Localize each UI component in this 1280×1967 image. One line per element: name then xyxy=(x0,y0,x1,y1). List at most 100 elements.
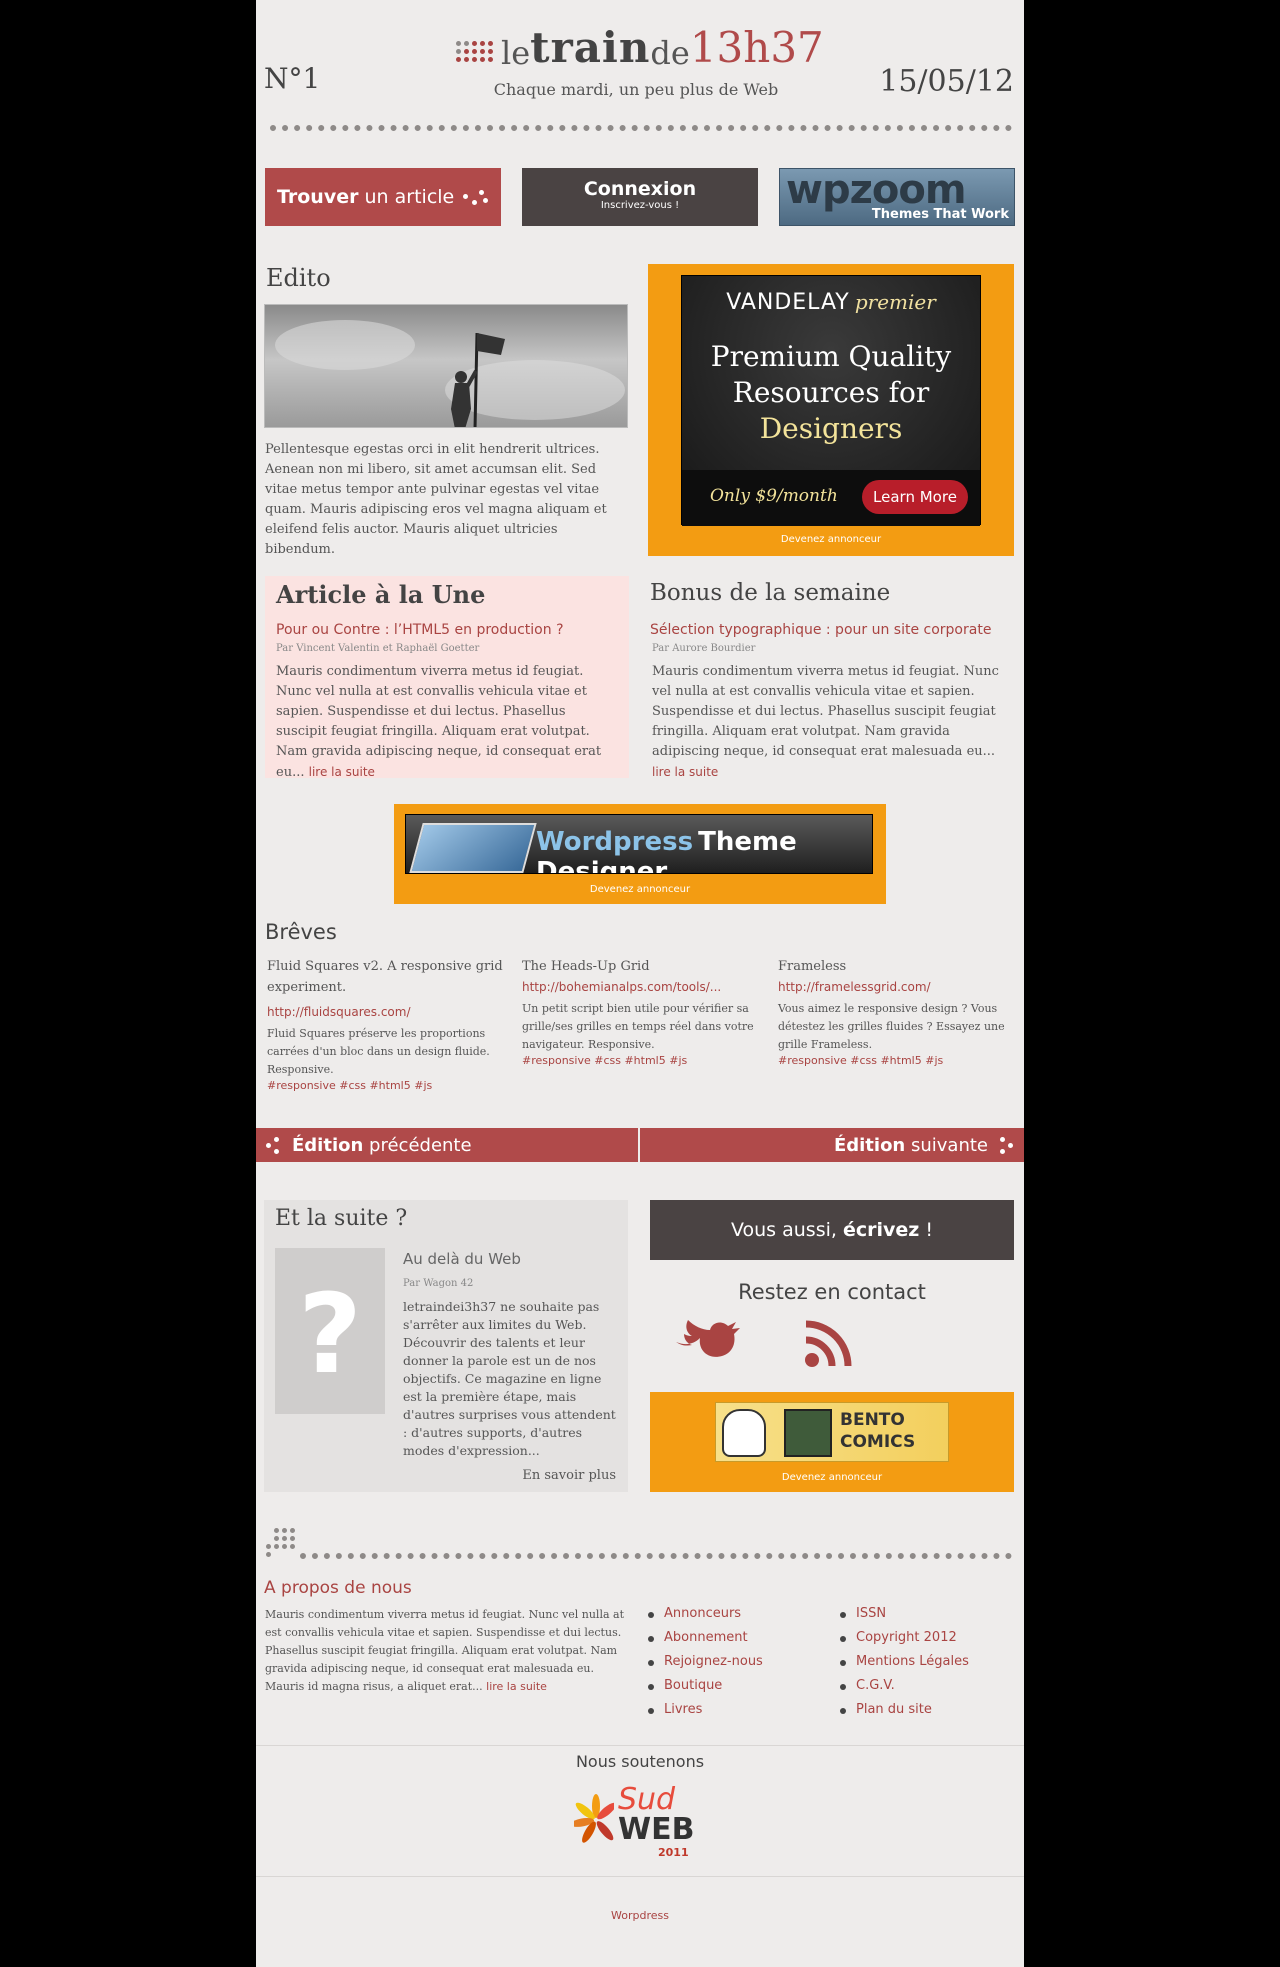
breve-2-tags[interactable]: #responsive #css #html5 #js xyxy=(522,1054,758,1067)
sudweb-logo[interactable]: Sud WEB 2011 xyxy=(574,1782,714,1864)
advertise-link[interactable]: Devenez annonceur xyxy=(648,534,1014,545)
breve-1-title: Fluid Squares v2. A responsive grid expe… xyxy=(267,959,503,995)
vandelay-line1: Premium Quality xyxy=(710,340,952,373)
vandelay-ad-block[interactable]: VANDELAY premier Premium Quality Resourc… xyxy=(648,264,1014,556)
suite-author: Par Wagon 42 xyxy=(403,1278,474,1289)
login-button[interactable]: Connexion Inscrivez-vous ! xyxy=(522,168,758,226)
breve-3-url[interactable]: http://framelessgrid.com/ xyxy=(778,980,1014,994)
featured-heading: Article à la Une xyxy=(276,580,486,609)
browser-screens-icon xyxy=(409,823,537,873)
breve-2-desc: Un petit script bien utile pour vérifier… xyxy=(522,1002,754,1051)
next-dots-icon xyxy=(996,1135,1016,1155)
featured-text: Mauris condimentum viverra metus id feug… xyxy=(276,664,602,780)
wp-ad-banner[interactable]: Wordpress Theme Designer xyxy=(405,814,873,874)
prev-rest: précédente xyxy=(369,1134,472,1156)
logo-time: 13h37 xyxy=(689,23,824,72)
sudweb-year: 2011 xyxy=(658,1846,689,1859)
footer-links-col1: Annonceurs Abonnement Rejoignez-nous Bou… xyxy=(648,1602,763,1722)
footer-link-issn[interactable]: ISSN xyxy=(840,1602,969,1626)
footer-link-abonnement[interactable]: Abonnement xyxy=(648,1626,763,1650)
footer-link-copyright[interactable]: Copyright 2012 xyxy=(840,1626,969,1650)
support-heading: Nous soutenons xyxy=(575,1752,705,1771)
suite-heading: Et la suite ? xyxy=(275,1206,408,1231)
write-bold: écrivez xyxy=(842,1219,920,1241)
wpzoom-ad[interactable]: wpzoom Themes That Work xyxy=(779,167,1015,226)
breve-1-desc: Fluid Squares préserve les proportions c… xyxy=(267,1027,490,1076)
wp-ad-block[interactable]: Wordpress Theme Designer Devenez annonce… xyxy=(394,804,886,904)
vandelay-price: Only $9/month xyxy=(710,486,838,506)
footer-link-boutique[interactable]: Boutique xyxy=(648,1674,763,1698)
vandelay-brand: VANDELAY xyxy=(726,290,850,315)
vandelay-ad[interactable]: VANDELAY premier Premium Quality Resourc… xyxy=(681,275,981,526)
vandelay-brand-italic: premier xyxy=(854,290,936,314)
find-article-button[interactable]: Trouver un article xyxy=(265,168,501,226)
twitter-icon[interactable] xyxy=(672,1316,742,1372)
breve-2-url[interactable]: http://bohemianalps.com/tools/... xyxy=(522,980,758,994)
about-read-more[interactable]: lire la suite xyxy=(486,1680,547,1693)
question-mark-icon: ? xyxy=(298,1270,362,1398)
breve-3-title: Frameless xyxy=(778,959,847,974)
write-button[interactable]: Vous aussi, écrivez ! xyxy=(650,1200,1014,1260)
header-divider xyxy=(270,125,1012,131)
site-logo[interactable]: le train de 13h37 xyxy=(456,22,856,72)
bonus-text: Mauris condimentum viverra metus id feug… xyxy=(652,664,999,759)
write-post: ! xyxy=(925,1219,934,1241)
rss-icon[interactable] xyxy=(802,1318,858,1370)
dots-icon xyxy=(463,188,489,208)
contact-heading: Restez en contact xyxy=(738,1280,926,1304)
featured-read-more[interactable]: lire la suite xyxy=(309,765,375,779)
footer-link-plan[interactable]: Plan du site xyxy=(840,1698,969,1722)
bonus-title-link[interactable]: Sélection typographique : pour un site c… xyxy=(650,622,991,638)
suite-title: Au delà du Web xyxy=(403,1250,521,1268)
flag-figure-icon xyxy=(275,320,625,427)
write-pre: Vous aussi, xyxy=(730,1219,837,1241)
find-rest: un article xyxy=(364,186,455,208)
sudweb-web: WEB xyxy=(618,1812,695,1847)
previous-edition-button[interactable]: Édition précédente xyxy=(256,1128,638,1162)
wp-ad-word1: Wordpress xyxy=(536,827,694,857)
login-subtitle: Inscrivez-vous ! xyxy=(600,200,680,211)
featured-title-link[interactable]: Pour ou Contre : l’HTML5 en production ? xyxy=(276,622,564,638)
bento-ad-banner[interactable]: BENTO COMICS xyxy=(715,1402,949,1462)
footer-dots-icon xyxy=(266,1528,295,1557)
bento-ad-block[interactable]: BENTO COMICS Devenez annonceur xyxy=(650,1392,1014,1492)
breve-1-url[interactable]: http://fluidsquares.com/ xyxy=(267,1005,503,1019)
footer-credit-link[interactable]: Worpdress xyxy=(256,1909,1024,1922)
suite-more-link[interactable]: En savoir plus xyxy=(522,1468,616,1483)
breve-item-2: The Heads-Up Grid http://bohemianalps.co… xyxy=(522,956,758,1067)
footer-link-mentions[interactable]: Mentions Légales xyxy=(840,1650,969,1674)
issue-number: N°1 xyxy=(264,62,321,95)
edito-heading: Edito xyxy=(266,264,331,292)
login-title: Connexion xyxy=(583,178,697,200)
bonus-author: Par Aurore Bourdier xyxy=(652,643,756,654)
support-section: Nous soutenons Sud WEB 2011 xyxy=(256,1745,1024,1877)
footer-link-livres[interactable]: Livres xyxy=(648,1698,763,1722)
footer-link-annonceurs[interactable]: Annonceurs xyxy=(648,1602,763,1626)
wp-advertise-link[interactable]: Devenez annonceur xyxy=(394,884,886,895)
chopsticks-box-icon xyxy=(784,1409,832,1457)
footer-link-cgv[interactable]: C.G.V. xyxy=(840,1674,969,1698)
breve-3-tags[interactable]: #responsive #css #html5 #js xyxy=(778,1054,1014,1067)
footer-link-rejoignez[interactable]: Rejoignez-nous xyxy=(648,1650,763,1674)
next-edition-button[interactable]: Édition suivante xyxy=(640,1128,1024,1162)
suite-box: Et la suite ? ? Au delà du Web Par Wagon… xyxy=(264,1200,628,1492)
about-heading: A propos de nous xyxy=(264,1578,412,1598)
breve-3-desc: Vous aimez le responsive design ? Vous d… xyxy=(778,1002,1005,1051)
bento-advertise-link[interactable]: Devenez annonceur xyxy=(650,1472,1014,1483)
sun-flower-icon xyxy=(574,1794,614,1843)
page: N°1 le train de 13h37 Chaque mardi, un p… xyxy=(256,0,1024,1967)
logo-dots-icon xyxy=(456,41,493,62)
bonus-read-more[interactable]: lire la suite xyxy=(652,765,718,779)
suite-placeholder-image: ? xyxy=(275,1248,385,1414)
edito-image xyxy=(264,304,628,428)
learn-more-button[interactable]: Learn More xyxy=(862,480,968,514)
breve-2-title: The Heads-Up Grid xyxy=(522,959,650,974)
featured-box: Article à la Une Pour ou Contre : l’HTML… xyxy=(265,576,629,780)
breve-1-tags[interactable]: #responsive #css #html5 #js xyxy=(267,1079,503,1092)
logo-le: le xyxy=(501,34,531,72)
vandelay-line2: Resources for xyxy=(732,376,930,409)
tagline: Chaque mardi, un peu plus de Web xyxy=(493,80,779,99)
breve-item-3: Frameless http://framelessgrid.com/ Vous… xyxy=(778,956,1014,1067)
issue-date: 15/05/12 xyxy=(879,64,1014,99)
vandelay-line3: Designers xyxy=(759,412,903,445)
